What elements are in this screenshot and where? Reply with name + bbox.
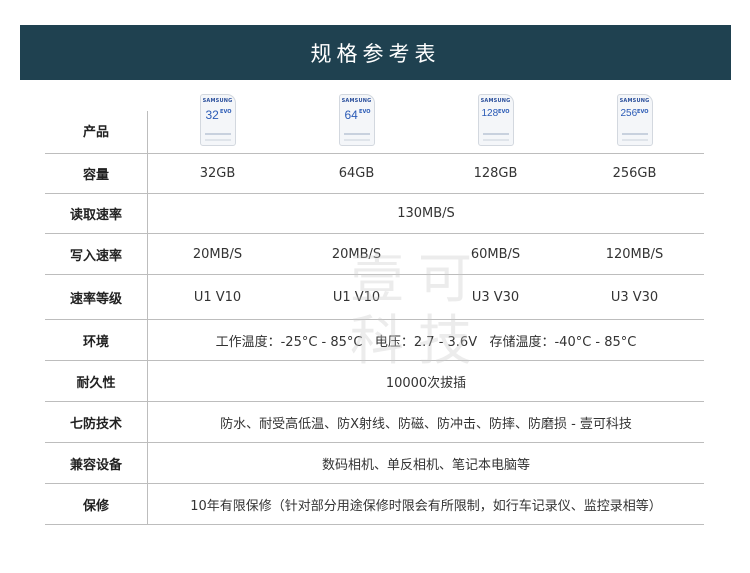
table-row-products: 产品 SAMSUNG 32 EVO SAMSUNG 64 EVO SAMSUNG… bbox=[45, 87, 704, 154]
read-speed-value: 130MB/S bbox=[397, 206, 455, 221]
speed-grade-value: U1 V10 bbox=[332, 289, 381, 305]
warranty-value: 10年有限保修（针对部分用途保修时限会有所限制，如行车记录仪、监控录相等） bbox=[190, 498, 662, 514]
table-row-warranty: 保修 10年有限保修（针对部分用途保修时限会有所限制，如行车记录仪、监控录相等） bbox=[45, 484, 704, 525]
row-label: 容量 bbox=[82, 168, 109, 183]
card-brand: SAMSUNG bbox=[480, 98, 511, 104]
row-label: 速率等级 bbox=[69, 291, 122, 307]
capacity-value: 256GB bbox=[612, 166, 657, 181]
product-card-256gb: SAMSUNG 256 EVO bbox=[565, 94, 704, 146]
card-capacity: 32 bbox=[205, 108, 219, 122]
row-label: 写入速率 bbox=[69, 248, 122, 264]
sd-card-image: SAMSUNG 64 EVO bbox=[338, 94, 375, 146]
row-label: 七防技术 bbox=[69, 416, 122, 432]
card-capacity: 256 bbox=[620, 108, 638, 119]
sd-card-image: SAMSUNG 32 EVO bbox=[199, 94, 236, 146]
protection-value: 防水、耐受高低温、防X射线、防磁、防冲击、防摔、防磨损 - 壹可科技 bbox=[220, 416, 632, 432]
card-series: EVO bbox=[637, 109, 649, 115]
banner-title: 规格参考表 bbox=[310, 41, 441, 66]
row-label: 兼容设备 bbox=[69, 457, 122, 473]
table-row-capacity: 容量 32GB 64GB 128GB 256GB bbox=[45, 154, 704, 194]
product-card-128gb: SAMSUNG 128 EVO bbox=[426, 94, 565, 146]
row-label: 读取速率 bbox=[69, 208, 122, 223]
card-brand: SAMSUNG bbox=[619, 98, 650, 104]
table-row-read-speed: 读取速率 130MB/S bbox=[45, 194, 704, 234]
card-brand: SAMSUNG bbox=[341, 98, 372, 104]
card-capacity: 128 bbox=[481, 108, 499, 119]
write-speed-value: 20MB/S bbox=[192, 246, 243, 262]
speed-grade-value: U1 V10 bbox=[193, 289, 242, 305]
product-card-64gb: SAMSUNG 64 EVO bbox=[287, 94, 426, 146]
capacity-value: 128GB bbox=[473, 166, 518, 181]
durability-value: 10000次拔插 bbox=[385, 375, 467, 391]
compatible-value: 数码相机、单反相机、笔记本电脑等 bbox=[321, 457, 530, 473]
write-speed-value: 120MB/S bbox=[605, 246, 664, 262]
card-series: EVO bbox=[359, 109, 371, 115]
speed-grade-value: U3 V30 bbox=[610, 289, 659, 305]
table-row-durability: 耐久性 10000次拔插 bbox=[45, 361, 704, 402]
row-label: 环境 bbox=[82, 334, 109, 350]
environment-value: 工作温度：-25°C - 85°C 电压：2.7 - 3.6V 存储温度：-40… bbox=[215, 334, 637, 350]
table-row-environment: 环境 工作温度：-25°C - 85°C 电压：2.7 - 3.6V 存储温度：… bbox=[45, 320, 704, 361]
capacity-value: 64GB bbox=[338, 166, 375, 181]
write-speed-value: 20MB/S bbox=[331, 246, 382, 262]
table-row-speed-grade: 速率等级 U1 V10 U1 V10 U3 V30 U3 V30 bbox=[45, 275, 704, 320]
speed-grade-value: U3 V30 bbox=[471, 289, 520, 305]
row-label: 耐久性 bbox=[76, 375, 116, 391]
card-series: EVO bbox=[220, 109, 232, 115]
card-brand: SAMSUNG bbox=[202, 98, 233, 104]
product-card-32gb: SAMSUNG 32 EVO bbox=[148, 94, 287, 146]
sd-card-image: SAMSUNG 128 EVO bbox=[477, 94, 514, 146]
title-banner: 规格参考表 bbox=[20, 25, 731, 80]
card-series: EVO bbox=[498, 109, 510, 115]
table-row-compatible: 兼容设备 数码相机、单反相机、笔记本电脑等 bbox=[45, 443, 704, 484]
sd-card-image: SAMSUNG 256 EVO bbox=[616, 94, 653, 146]
table-row-protection: 七防技术 防水、耐受高低温、防X射线、防磁、防冲击、防摔、防磨损 - 壹可科技 bbox=[45, 402, 704, 443]
card-capacity: 64 bbox=[344, 108, 358, 122]
write-speed-value: 60MB/S bbox=[470, 246, 521, 262]
capacity-value: 32GB bbox=[199, 166, 236, 181]
row-label: 保修 bbox=[82, 498, 109, 514]
table-row-write-speed: 写入速率 20MB/S 20MB/S 60MB/S 120MB/S bbox=[45, 234, 704, 275]
row-label: 产品 bbox=[82, 124, 109, 140]
